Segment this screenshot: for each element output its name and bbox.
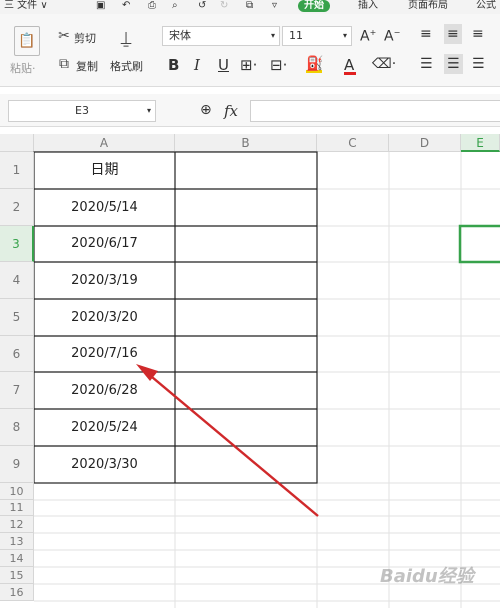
- row-header[interactable]: 8: [0, 409, 34, 446]
- format-painter-label[interactable]: 格式刷: [110, 58, 143, 74]
- undo2-icon[interactable]: ↺: [198, 0, 206, 12]
- font-size-value: 11: [289, 29, 303, 42]
- name-box-value: E3: [75, 104, 89, 117]
- row-header[interactable]: 14: [0, 550, 34, 567]
- row-header[interactable]: 16: [0, 584, 34, 601]
- table-cell-date[interactable]: 2020/5/24: [34, 409, 175, 446]
- align-right-icon[interactable]: ☰: [472, 56, 485, 72]
- cut-label[interactable]: 剪切: [74, 30, 96, 46]
- row-header[interactable]: 5: [0, 299, 34, 336]
- row-header[interactable]: 4: [0, 262, 34, 299]
- copy-icon[interactable]: ⧉: [56, 56, 72, 72]
- fill-border-icon[interactable]: ⊟·: [270, 56, 287, 74]
- row-header[interactable]: 11: [0, 500, 34, 516]
- file-menu[interactable]: 三 文件 ∨: [4, 0, 48, 12]
- align-center-icon[interactable]: ☰: [444, 54, 463, 74]
- table-cell-date[interactable]: 2020/3/19: [34, 262, 175, 299]
- decrease-font-icon[interactable]: A−: [384, 28, 400, 45]
- chevron-down-icon: ▾: [342, 31, 347, 40]
- row-header[interactable]: 12: [0, 516, 34, 533]
- paste-label[interactable]: 粘贴·: [10, 60, 36, 76]
- font-size-select[interactable]: 11 ▾: [282, 26, 352, 46]
- column-header-e[interactable]: E: [461, 134, 500, 152]
- tab-home[interactable]: 开始: [298, 0, 330, 12]
- italic-button[interactable]: I: [194, 56, 200, 74]
- cut-icon[interactable]: ✂: [56, 28, 72, 44]
- clear-icon[interactable]: ⌫·: [372, 56, 396, 72]
- preview-icon[interactable]: ⌕: [172, 0, 178, 12]
- row-header[interactable]: 13: [0, 533, 34, 550]
- copy-icon[interactable]: ⧉: [246, 0, 253, 12]
- copy-label[interactable]: 复制: [76, 58, 98, 74]
- row-header[interactable]: 1: [0, 152, 34, 189]
- tab-insert[interactable]: 插入: [358, 0, 378, 12]
- row-header[interactable]: 7: [0, 372, 34, 409]
- cell-a1-header[interactable]: 日期: [34, 152, 175, 189]
- table-cell-date[interactable]: 2020/6/28: [34, 372, 175, 409]
- font-name-select[interactable]: 宋体 ▾: [162, 26, 280, 46]
- fill-color-icon[interactable]: ⛽: [306, 56, 323, 73]
- align-left-icon[interactable]: ☰: [420, 56, 433, 72]
- table-cell-date[interactable]: 2020/3/30: [34, 446, 175, 483]
- table-cell-date[interactable]: 2020/6/17: [34, 226, 175, 262]
- formula-input[interactable]: [250, 100, 500, 122]
- undo-icon[interactable]: ↶: [122, 0, 130, 12]
- row-header[interactable]: 3: [0, 226, 34, 262]
- table-cell-date[interactable]: 2020/7/16: [34, 336, 175, 372]
- dropdown-icon[interactable]: ▿: [272, 0, 277, 12]
- tab-formulas[interactable]: 公式: [476, 0, 496, 12]
- zoom-icon[interactable]: ⊕: [200, 102, 212, 118]
- row-header[interactable]: 2: [0, 189, 34, 226]
- formula-bar: E3 ▾ ⊕ fx: [0, 94, 500, 127]
- save-icon[interactable]: ▣: [96, 0, 105, 12]
- table-cell-date[interactable]: 2020/3/20: [34, 299, 175, 336]
- format-painter-icon[interactable]: ⍊: [114, 26, 138, 50]
- print-icon[interactable]: ⎙: [148, 0, 156, 12]
- paste-icon[interactable]: 📋: [14, 26, 40, 56]
- column-header-b[interactable]: B: [175, 134, 317, 152]
- row-header[interactable]: 6: [0, 336, 34, 372]
- column-header-a[interactable]: A: [34, 134, 175, 152]
- align-top-icon[interactable]: ≡: [420, 26, 432, 42]
- redo-icon[interactable]: ↻: [220, 0, 228, 12]
- bold-button[interactable]: B: [168, 56, 179, 74]
- underline-button[interactable]: U: [218, 56, 229, 74]
- row-header[interactable]: 15: [0, 567, 34, 584]
- align-bottom-icon[interactable]: ≡: [472, 26, 484, 42]
- border-icon[interactable]: ⊞·: [240, 56, 257, 74]
- row-header[interactable]: 10: [0, 483, 34, 500]
- row-header[interactable]: 9: [0, 446, 34, 483]
- select-all-corner[interactable]: [0, 134, 34, 152]
- align-middle-icon[interactable]: ≡: [444, 24, 462, 44]
- chevron-down-icon: ▾: [146, 106, 151, 115]
- name-box[interactable]: E3 ▾: [8, 100, 156, 122]
- watermark: Baidu经验: [380, 566, 474, 587]
- table-cell-date[interactable]: 2020/5/14: [34, 189, 175, 226]
- menu-bar: 三 文件 ∨ ▣ ↶ ⎙ ⌕ ↺ ↻ ⧉ ▿ 开始 插入 页面布局 公式: [0, 0, 500, 14]
- fx-label[interactable]: fx: [224, 102, 238, 120]
- font-color-icon[interactable]: A: [344, 56, 356, 75]
- tab-page-layout[interactable]: 页面布局: [408, 0, 448, 12]
- column-header-d[interactable]: D: [389, 134, 461, 152]
- increase-font-icon[interactable]: A+: [360, 28, 376, 45]
- font-name-value: 宋体: [169, 29, 191, 42]
- chevron-down-icon: ▾: [270, 31, 275, 40]
- ribbon: 📋 粘贴· ✂ 剪切 ⧉ 复制 ⍊ 格式刷 宋体 ▾ 11 ▾ A+ A− B …: [0, 14, 500, 87]
- column-header-c[interactable]: C: [317, 134, 389, 152]
